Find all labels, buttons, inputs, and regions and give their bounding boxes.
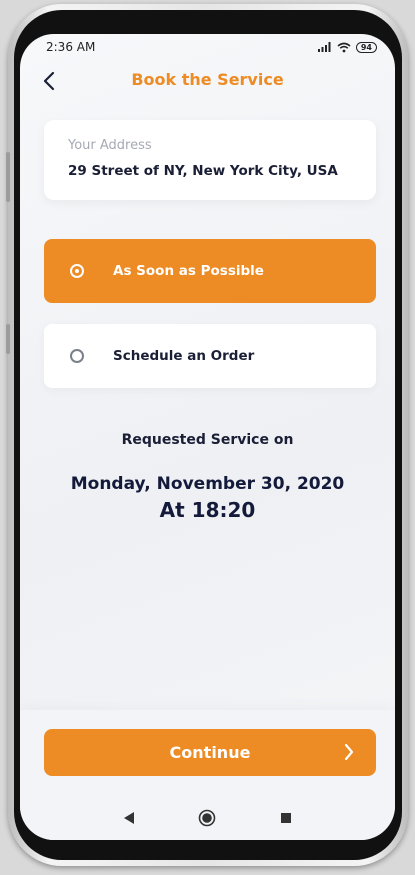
nav-recents-button[interactable] [274, 806, 298, 830]
requested-label: Requested Service on [121, 432, 294, 448]
system-nav-bar [20, 798, 395, 838]
status-icons: 94 [317, 41, 377, 53]
nav-back-button[interactable] [117, 806, 141, 830]
signal-icon [317, 42, 331, 52]
chevron-right-icon [344, 743, 354, 761]
triangle-back-icon [124, 812, 135, 824]
side-button [6, 324, 10, 354]
nav-home-button[interactable] [195, 806, 219, 830]
volume-button [6, 152, 10, 202]
radio-selected-icon[interactable] [70, 264, 84, 278]
battery-icon: 94 [355, 41, 377, 53]
requested-date: Monday, November 30, 2020 [70, 474, 345, 494]
option-asap[interactable]: As Soon as Possible [44, 239, 376, 303]
requested-time: At 18:20 [159, 498, 256, 522]
option-schedule[interactable]: Schedule an Order [44, 324, 376, 388]
address-value: 29 Street of NY, New York City, USA [68, 163, 338, 179]
app-screen: 2:36 AM 94 Book the Service Your Address… [20, 34, 395, 840]
address-card[interactable]: Your Address 29 Street of NY, New York C… [44, 120, 376, 200]
continue-button[interactable]: Continue [44, 729, 376, 776]
continue-label: Continue [169, 743, 251, 762]
status-time: 2:36 AM [46, 40, 96, 54]
square-recents-icon [280, 813, 291, 823]
circle-home-icon [199, 809, 216, 827]
option-label: As Soon as Possible [113, 263, 264, 279]
radio-unselected-icon[interactable] [70, 349, 84, 363]
wifi-icon [337, 42, 351, 52]
address-label: Your Address [68, 138, 152, 153]
status-bar: 2:36 AM 94 [20, 34, 395, 60]
option-label: Schedule an Order [113, 348, 255, 364]
header: Book the Service [20, 66, 395, 96]
page-title: Book the Service [131, 70, 284, 89]
